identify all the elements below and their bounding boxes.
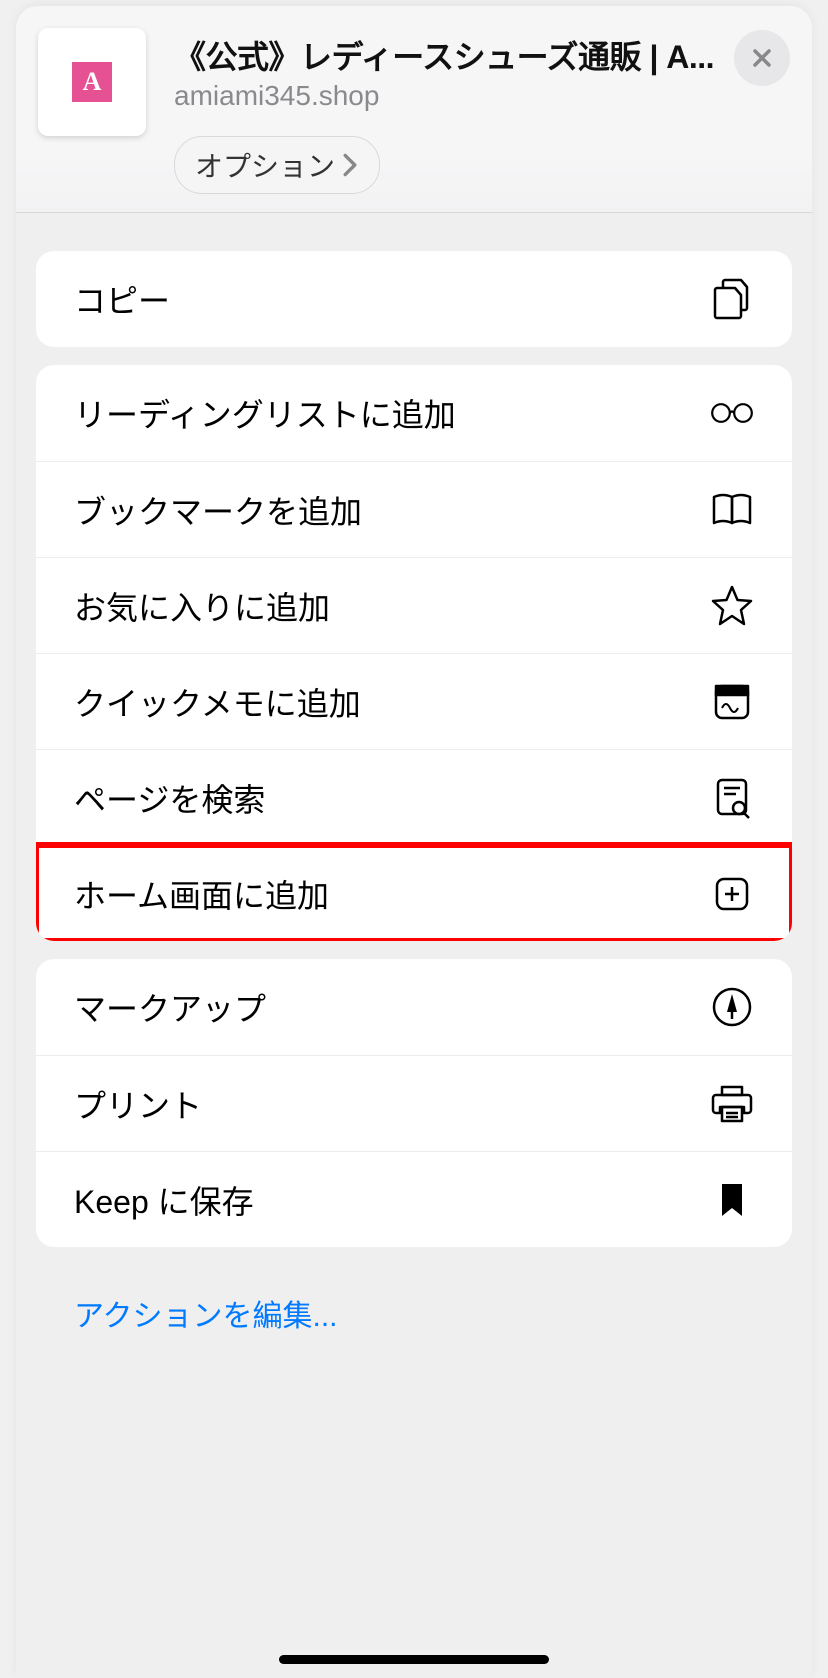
close-icon xyxy=(750,46,774,70)
action-group-2: リーディングリストに追加 ブックマークを追加 お気に入りに追加 xyxy=(36,365,792,941)
action-group-3: マークアップ プリント xyxy=(36,959,792,1247)
glasses-icon xyxy=(710,398,754,428)
copy-icon xyxy=(710,276,754,322)
bookmark-fill-icon xyxy=(710,1182,754,1218)
action-label: クイックメモに追加 xyxy=(74,679,710,725)
share-sheet: A 《公式》レディースシューズ通販 | A... amiami345.shop … xyxy=(16,6,812,1678)
action-label: Keep に保存 xyxy=(74,1177,710,1223)
action-add-favorite[interactable]: お気に入りに追加 xyxy=(36,557,792,653)
action-label: お気に入りに追加 xyxy=(74,583,710,629)
quick-note-icon xyxy=(710,682,754,722)
find-on-page-icon xyxy=(710,776,754,820)
action-markup[interactable]: マークアップ xyxy=(36,959,792,1055)
site-thumbnail: A xyxy=(38,28,146,136)
action-label: リーディングリストに追加 xyxy=(74,390,710,436)
edit-actions-link[interactable]: アクションを編集... xyxy=(36,1265,792,1335)
action-find-on-page[interactable]: ページを検索 xyxy=(36,749,792,845)
site-logo: A xyxy=(72,62,112,102)
action-label: コピー xyxy=(74,276,710,322)
book-icon xyxy=(710,491,754,529)
action-add-bookmark[interactable]: ブックマークを追加 xyxy=(36,461,792,557)
page-url: amiami345.shop xyxy=(174,80,718,112)
home-indicator[interactable] xyxy=(279,1655,549,1664)
action-label: ページを検索 xyxy=(74,775,710,821)
chevron-right-icon xyxy=(341,153,359,177)
options-label: オプション xyxy=(195,145,335,185)
plus-box-icon xyxy=(710,874,754,914)
page-title: 《公式》レディースシューズ通販 | A... xyxy=(174,32,718,78)
action-list: コピー リーディングリストに追加 ブックマークを追加 xyxy=(16,213,812,1395)
action-print[interactable]: プリント xyxy=(36,1055,792,1151)
printer-icon xyxy=(710,1083,754,1125)
action-group-1: コピー xyxy=(36,251,792,347)
close-button[interactable] xyxy=(734,30,790,86)
action-label: ブックマークを追加 xyxy=(74,487,710,533)
action-label: プリント xyxy=(74,1081,710,1127)
action-add-home-screen[interactable]: ホーム画面に追加 xyxy=(36,845,792,941)
header-text: 《公式》レディースシューズ通販 | A... amiami345.shop オプ… xyxy=(174,28,718,194)
action-reading-list[interactable]: リーディングリストに追加 xyxy=(36,365,792,461)
action-quick-note[interactable]: クイックメモに追加 xyxy=(36,653,792,749)
action-label: ホーム画面に追加 xyxy=(74,871,710,917)
star-icon xyxy=(710,584,754,628)
action-label: マークアップ xyxy=(74,984,710,1030)
action-save-keep[interactable]: Keep に保存 xyxy=(36,1151,792,1247)
share-header: A 《公式》レディースシューズ通販 | A... amiami345.shop … xyxy=(16,6,812,213)
markup-icon xyxy=(710,986,754,1028)
options-button[interactable]: オプション xyxy=(174,136,380,194)
action-copy[interactable]: コピー xyxy=(36,251,792,347)
